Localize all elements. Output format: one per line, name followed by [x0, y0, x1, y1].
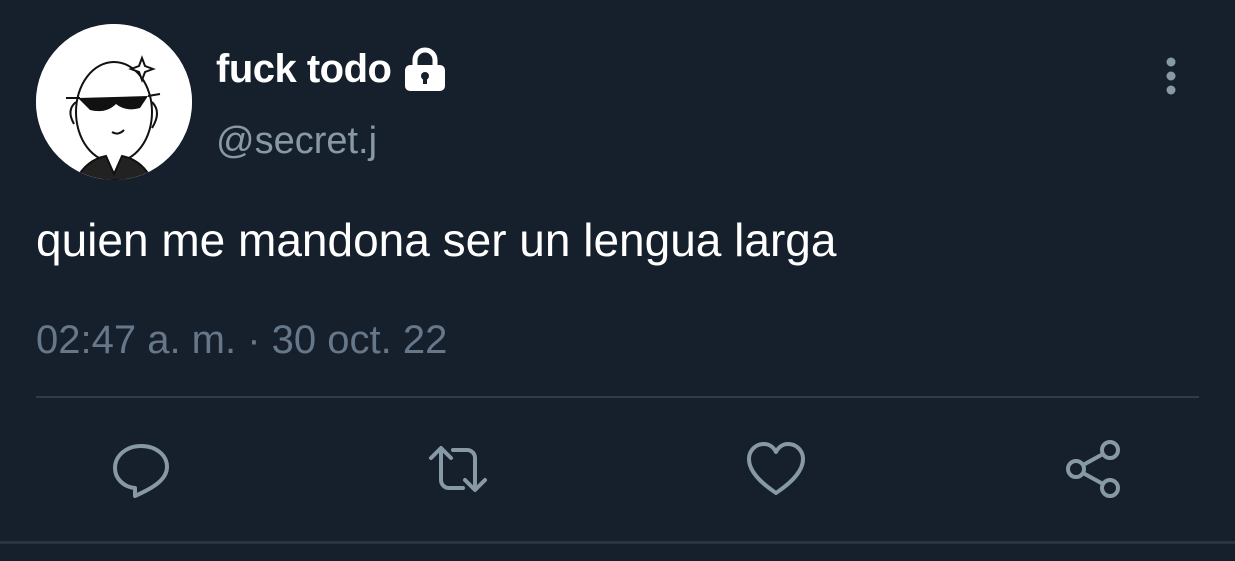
heart-icon — [747, 442, 805, 495]
like-button[interactable] — [745, 438, 807, 500]
tweet-card: fuck todo @secret.j quien me mandona ser… — [0, 0, 1235, 561]
tweet-timestamp[interactable]: 02:47 a. m. · 30 oct. 22 — [36, 316, 447, 364]
bottom-divider — [0, 541, 1235, 544]
avatar-drawing — [36, 24, 192, 180]
display-name[interactable]: fuck todo — [216, 44, 447, 94]
avatar[interactable] — [36, 24, 192, 180]
divider — [36, 396, 1199, 398]
share-icon — [1066, 440, 1120, 498]
more-vertical-icon[interactable] — [1158, 56, 1184, 96]
user-handle[interactable]: @secret.j — [216, 118, 377, 164]
share-button[interactable] — [1062, 438, 1124, 500]
reply-icon — [113, 444, 169, 498]
reply-button[interactable] — [110, 438, 172, 500]
tweet-text: quien me mandona ser un lengua larga — [36, 214, 837, 266]
retweet-button[interactable] — [427, 438, 489, 500]
lock-icon — [403, 46, 447, 92]
display-name-text[interactable]: fuck todo — [216, 44, 392, 94]
retweet-icon — [429, 446, 487, 492]
